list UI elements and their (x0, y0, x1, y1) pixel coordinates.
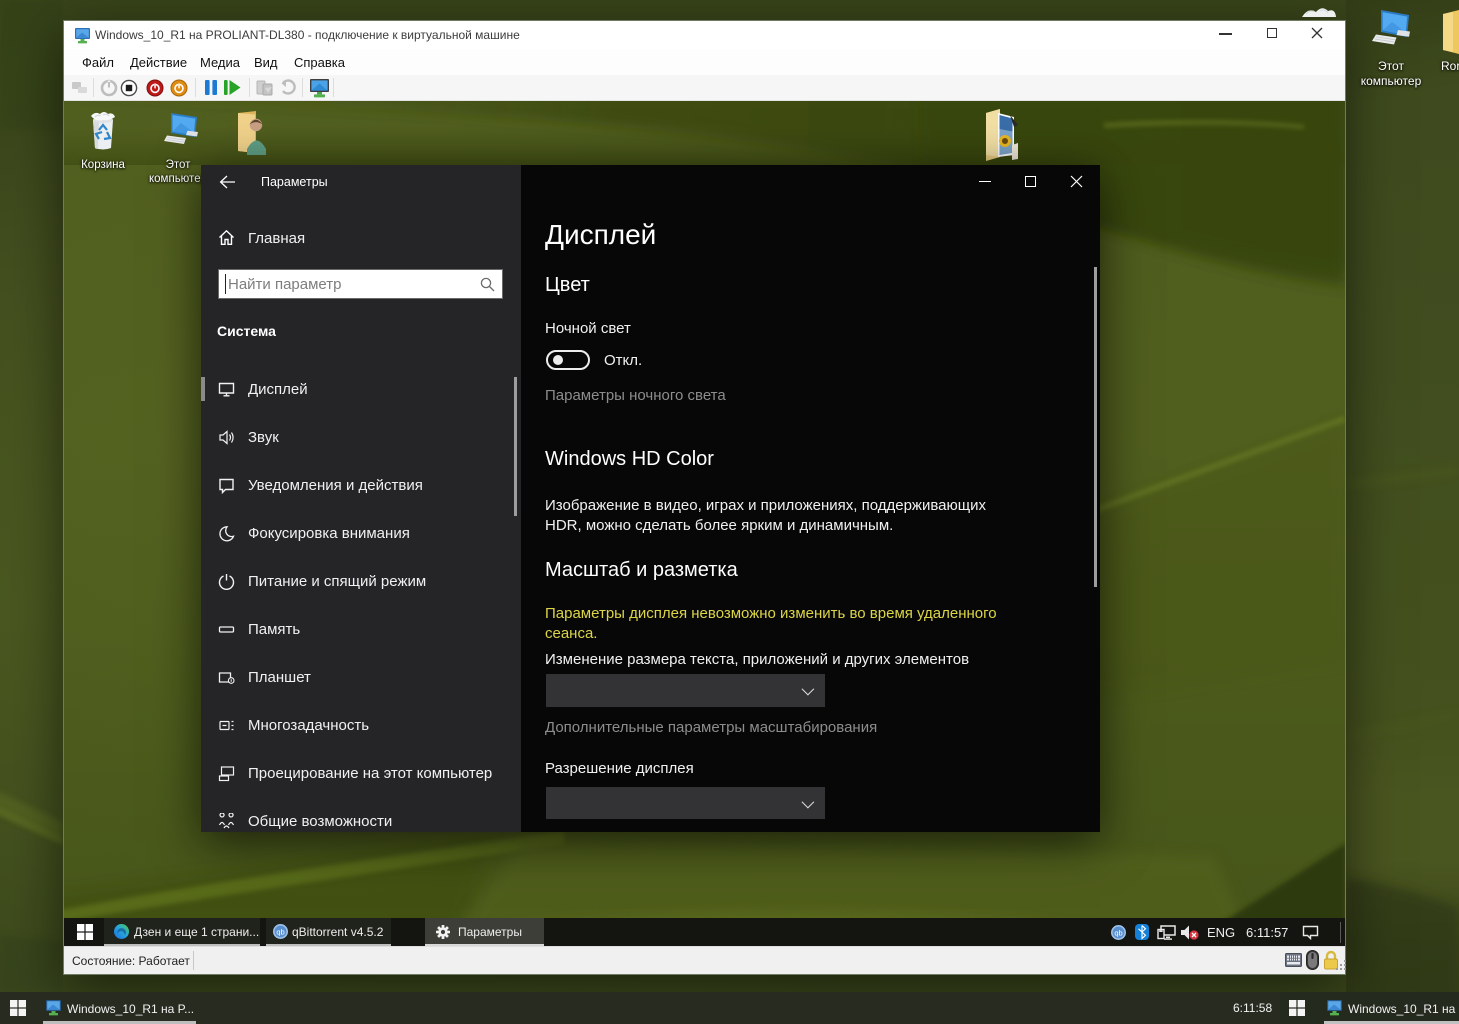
svg-text:qb: qb (1114, 928, 1122, 937)
svg-text:qb: qb (276, 927, 284, 936)
